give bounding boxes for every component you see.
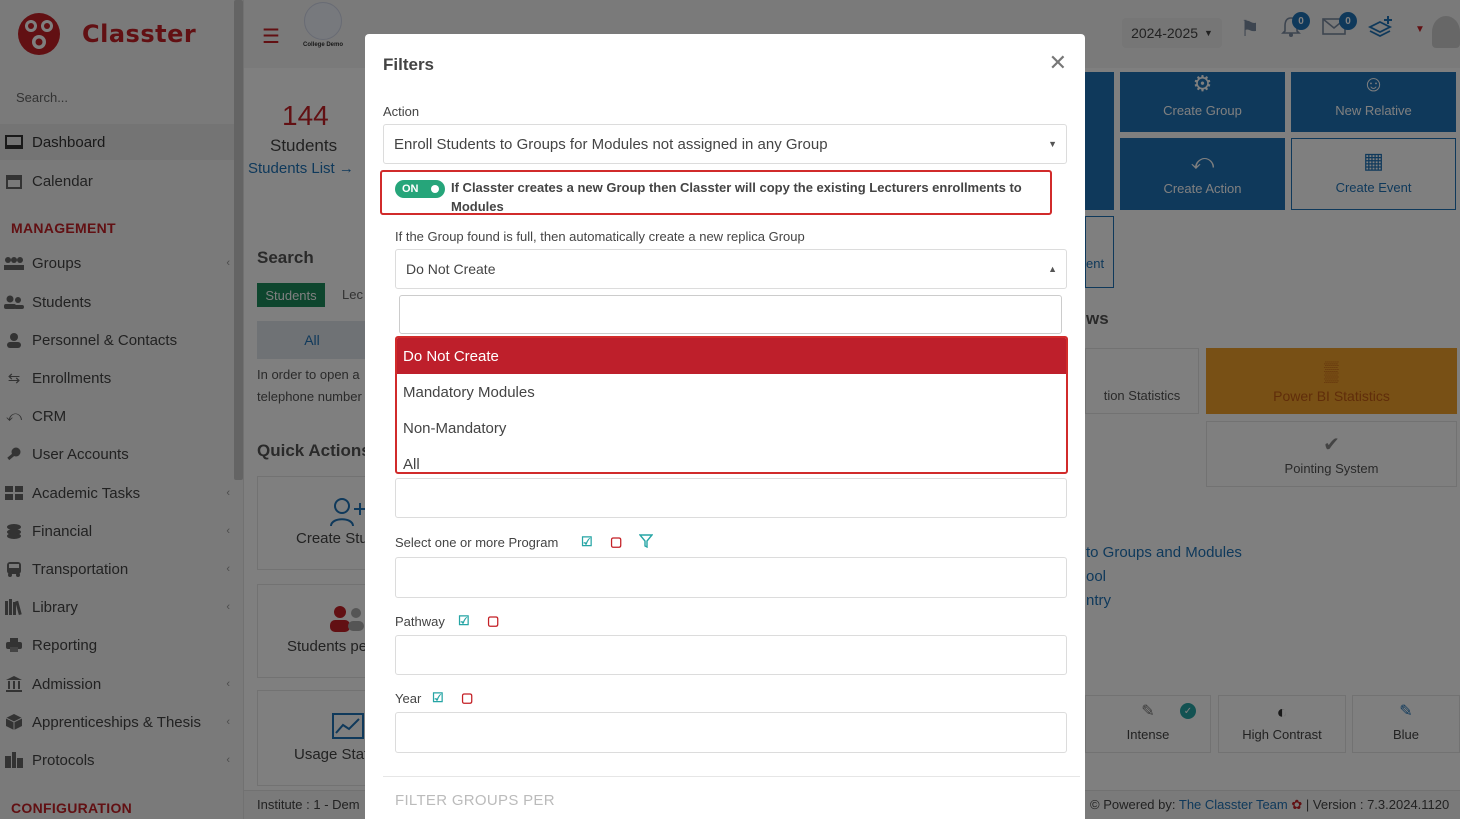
filters-modal: Filters ✕ Action Enroll Students to Grou… <box>365 34 1085 819</box>
select-all-check-icon[interactable]: ☑ <box>581 534 593 550</box>
option-do-not-create[interactable]: Do Not Create <box>397 338 1066 374</box>
toggle-knob <box>431 185 439 193</box>
replica-group-label: If the Group found is full, then automat… <box>395 229 805 244</box>
close-icon[interactable]: ✕ <box>1049 50 1067 76</box>
copy-lecturers-text: If Classter creates a new Group then Cla… <box>451 180 1022 214</box>
toggle-state-label: ON <box>402 183 419 195</box>
filter-icon[interactable] <box>638 534 654 551</box>
replica-group-select-value: Do Not Create <box>406 261 496 277</box>
copy-lecturers-toggle[interactable]: ON <box>395 180 445 198</box>
select-all-check-icon[interactable]: ☑ <box>458 613 470 629</box>
action-select-value: Enroll Students to Groups for Modules no… <box>394 135 828 153</box>
section-divider <box>383 776 1080 777</box>
year-select[interactable] <box>395 712 1067 753</box>
select-all-check-icon[interactable]: ☑ <box>432 690 444 706</box>
option-all[interactable]: All <box>397 446 1066 473</box>
dropdown-search-input[interactable] <box>399 295 1062 334</box>
clear-selection-icon[interactable]: ▢ <box>487 613 499 629</box>
pathway-select[interactable] <box>395 635 1067 675</box>
option-non-mandatory[interactable]: Non-Mandatory <box>397 410 1066 446</box>
filter-groups-section-heading: FILTER GROUPS PER <box>395 792 555 809</box>
program-label: Select one or more Program <box>395 535 559 550</box>
option-mandatory-modules[interactable]: Mandatory Modules <box>397 374 1066 410</box>
replica-group-select[interactable]: Do Not Create ▲ <box>395 249 1067 289</box>
program-select[interactable] <box>395 557 1067 598</box>
clear-selection-icon[interactable]: ▢ <box>461 690 473 706</box>
action-select[interactable]: Enroll Students to Groups for Modules no… <box>383 124 1067 164</box>
caret-up-icon: ▲ <box>1048 264 1057 274</box>
action-label: Action <box>383 104 420 119</box>
clear-selection-icon[interactable]: ▢ <box>610 534 622 550</box>
replica-group-options: Do Not Create Mandatory Modules Non-Mand… <box>395 336 1068 474</box>
year-label: Year <box>395 691 422 706</box>
pathway-label: Pathway <box>395 614 445 629</box>
hidden-field-partial[interactable] <box>395 478 1067 518</box>
modal-title: Filters <box>383 55 435 74</box>
caret-down-icon: ▼ <box>1048 139 1057 149</box>
